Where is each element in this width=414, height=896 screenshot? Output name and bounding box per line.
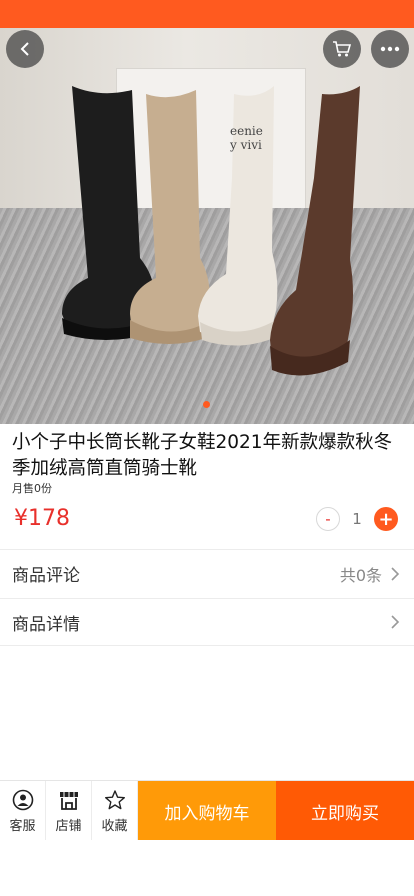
quantity-value: 1	[352, 510, 362, 528]
bag-brand-text-line: y vivi	[230, 138, 262, 152]
cart-button[interactable]	[323, 30, 361, 68]
favorite-label: 收藏	[101, 818, 128, 834]
customer-service-button[interactable]: 客服	[0, 781, 46, 841]
content-area	[0, 646, 414, 780]
store-icon	[59, 791, 78, 810]
quantity-stepper: - 1 +	[316, 507, 398, 531]
more-dots-icon	[380, 46, 400, 52]
details-row[interactable]: 商品详情	[0, 598, 414, 646]
product-image-gallery[interactable]: eenie y vivi	[0, 28, 414, 424]
reviews-row[interactable]: 商品评论 共0条	[0, 549, 414, 597]
store-label: 店铺	[55, 818, 82, 834]
star-icon	[104, 789, 125, 809]
status-bar	[0, 0, 414, 28]
bottom-action-bar: 客服 店铺 收藏 加入购物车 立即购买	[0, 780, 414, 841]
bottom-safe-area	[0, 840, 414, 896]
customer-service-label: 客服	[9, 818, 36, 834]
product-page: eenie y vivi 小个子中长筒长靴子女鞋2021年新款爆款秋冬季加绒高筒直…	[0, 0, 414, 896]
chevron-left-icon	[20, 42, 29, 56]
increase-quantity-button[interactable]: +	[373, 507, 398, 531]
monthly-sales: 月售0份	[12, 482, 52, 495]
buy-now-button[interactable]: 立即购买	[276, 781, 414, 841]
product-price: ¥178	[14, 506, 70, 531]
product-title: 小个子中长筒长靴子女鞋2021年新款爆款秋冬季加绒高筒直筒骑士靴	[12, 432, 393, 479]
back-button[interactable]	[6, 30, 44, 68]
chevron-right-icon	[391, 566, 400, 581]
bag-brand-text: eenie y vivi	[230, 124, 263, 152]
customer-service-icon	[12, 789, 33, 810]
bag-brand-text-line: eenie	[230, 124, 263, 138]
reviews-label: 商品评论	[12, 566, 80, 586]
add-to-cart-button[interactable]: 加入购物车	[138, 781, 276, 841]
chevron-right-icon	[391, 615, 400, 629]
details-label: 商品详情	[12, 614, 80, 635]
gallery-indicator-dot[interactable]	[203, 401, 210, 408]
favorite-button[interactable]: 收藏	[92, 781, 138, 841]
reviews-count: 共0条	[339, 565, 382, 585]
decrease-quantity-button[interactable]: -	[316, 507, 340, 531]
more-button[interactable]	[371, 30, 409, 68]
store-button[interactable]: 店铺	[46, 781, 92, 841]
product-photo-boots	[62, 86, 360, 376]
shopping-cart-icon	[333, 41, 352, 57]
